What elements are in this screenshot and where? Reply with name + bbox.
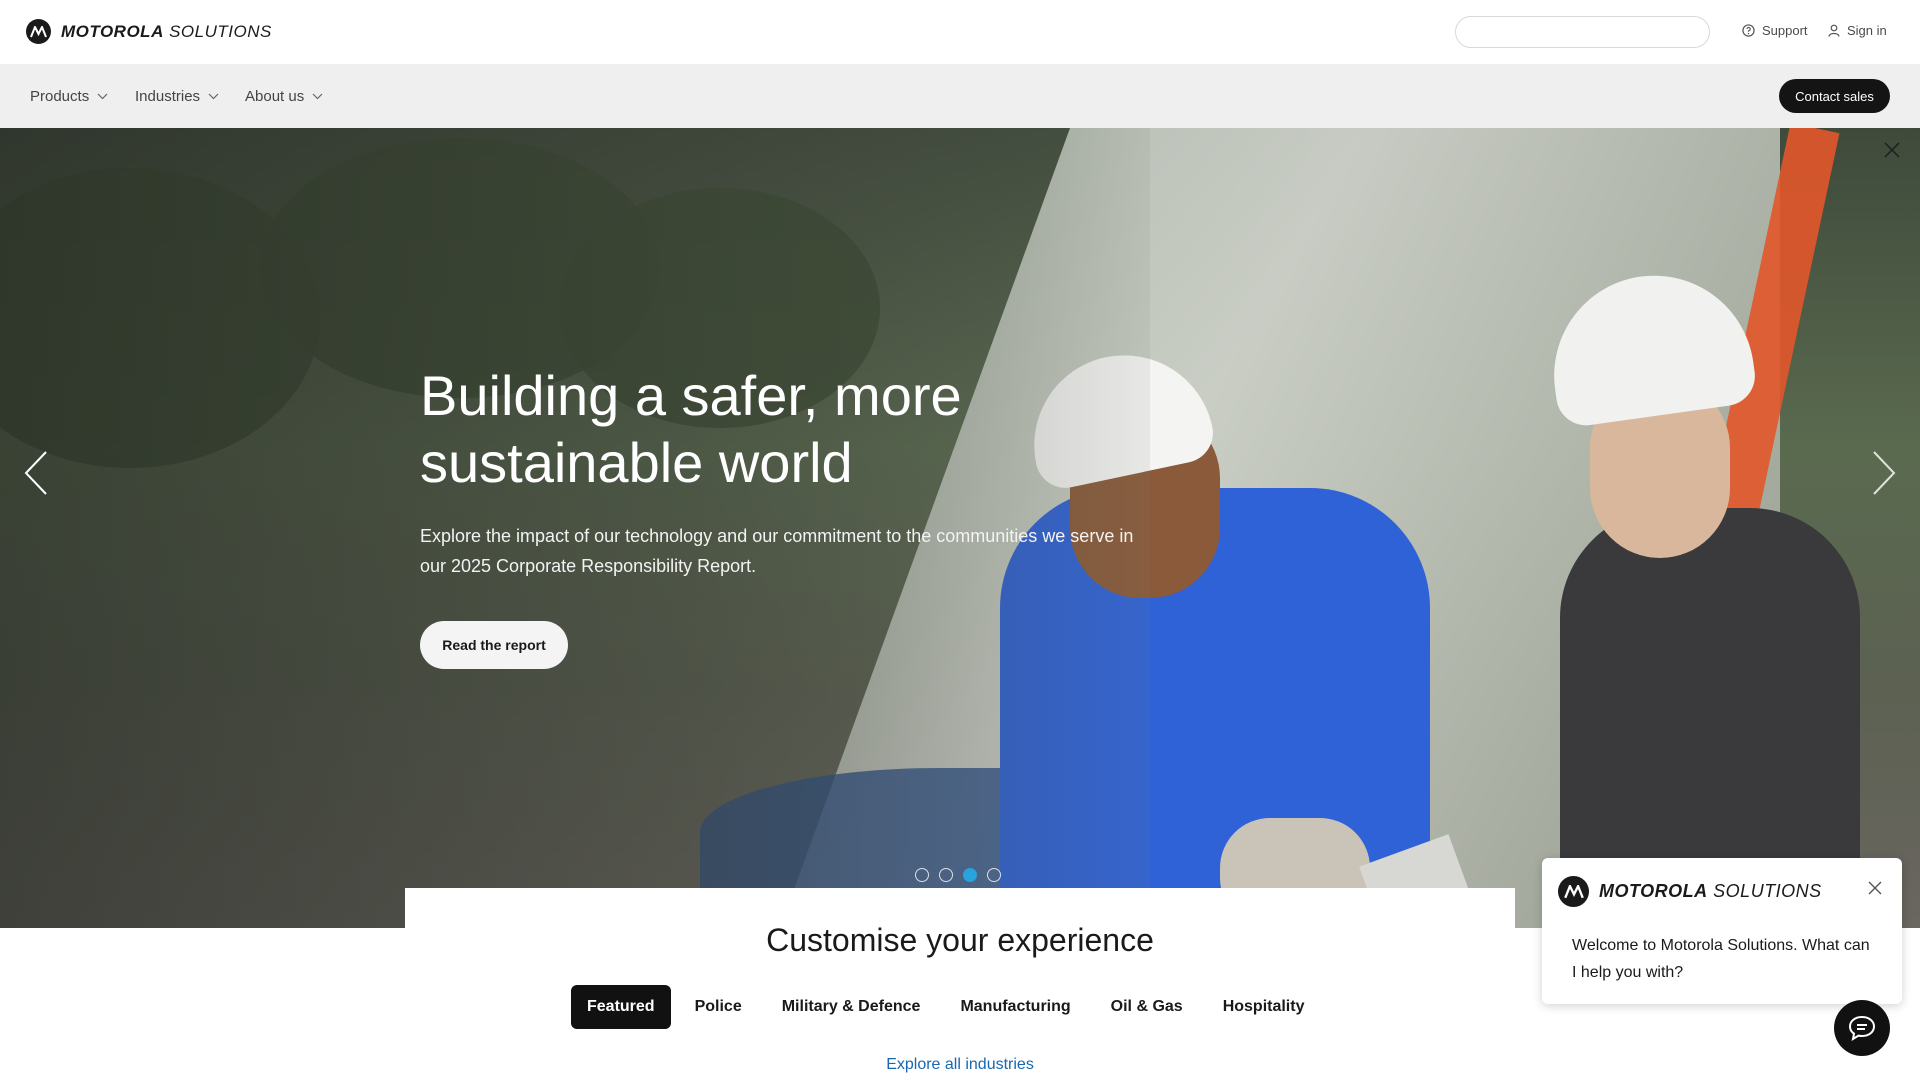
chevron-down-icon	[97, 93, 108, 100]
industry-tabs: Featured Police Military & Defence Manuf…	[571, 985, 1320, 1029]
hero-description: Explore the impact of our technology and…	[420, 526, 1134, 576]
support-link[interactable]: Support	[1742, 23, 1808, 38]
carousel-dot-active[interactable]	[963, 868, 977, 882]
nav-products-label: Products	[30, 88, 90, 105]
carousel-dots	[915, 868, 1001, 882]
nav-industries[interactable]: Industries	[135, 88, 219, 105]
tab-military-defence[interactable]: Military & Defence	[766, 985, 937, 1029]
signin-link[interactable]: Sign in	[1828, 23, 1887, 38]
chevron-right-icon[interactable]	[1868, 450, 1898, 496]
chat-bubble-icon	[1848, 1015, 1876, 1042]
carousel-dot[interactable]	[987, 868, 1001, 882]
tab-manufacturing[interactable]: Manufacturing	[944, 985, 1086, 1029]
motorola-m-icon	[26, 19, 51, 44]
chat-brand-name: MOTOROLA SOLUTIONS	[1599, 881, 1822, 901]
nav-industries-label: Industries	[135, 88, 201, 105]
nav-about[interactable]: About us	[245, 88, 323, 105]
close-icon[interactable]	[1867, 880, 1883, 896]
explore-all-industries-link[interactable]: Explore all industries	[405, 1056, 1515, 1074]
carousel-dot[interactable]	[939, 868, 953, 882]
chevron-down-icon	[312, 93, 323, 100]
tab-featured[interactable]: Featured	[571, 985, 671, 1029]
motorola-m-icon	[1558, 876, 1589, 907]
chat-welcome-message: Welcome to Motorola Solutions. What can …	[1572, 937, 1870, 981]
customise-panel: Customise your experience Featured Polic…	[405, 888, 1515, 1080]
contact-sales-button[interactable]: Contact sales	[1779, 79, 1890, 113]
motorola-logo[interactable]: MOTOROLA SOLUTIONS	[26, 19, 272, 44]
tab-police[interactable]: Police	[679, 985, 758, 1029]
carousel-dot[interactable]	[915, 868, 929, 882]
chat-popup: MOTOROLA SOLUTIONS Welcome to Motorola S…	[1542, 858, 1902, 1004]
nav-products[interactable]: Products	[30, 88, 108, 105]
user-icon	[1828, 24, 1840, 37]
nav-about-label: About us	[245, 88, 305, 105]
chevron-left-icon[interactable]	[22, 450, 52, 496]
customise-title: Customise your experience	[766, 922, 1154, 958]
signin-label: Sign in	[1847, 23, 1887, 38]
chat-logo: MOTOROLA SOLUTIONS	[1558, 876, 1822, 907]
search-input[interactable]	[1455, 16, 1710, 48]
hero-title: Building a safer, more sustainable world	[420, 364, 962, 494]
help-circle-icon	[1742, 24, 1755, 37]
tab-oil-gas[interactable]: Oil & Gas	[1095, 985, 1199, 1029]
chat-open-button[interactable]	[1834, 1000, 1890, 1056]
read-report-button[interactable]: Read the report	[420, 621, 568, 669]
top-header: MOTOROLA SOLUTIONS Support Sign in	[0, 0, 1920, 64]
hero-carousel: Building a safer, more sustainable world…	[0, 128, 1920, 928]
main-nav: Products Industries About us Contact sal…	[0, 64, 1920, 128]
chevron-down-icon	[208, 93, 219, 100]
close-icon[interactable]	[1882, 140, 1902, 160]
tab-hospitality[interactable]: Hospitality	[1207, 985, 1321, 1029]
support-label: Support	[1762, 23, 1808, 38]
brand-name: MOTOROLA SOLUTIONS	[61, 21, 272, 41]
